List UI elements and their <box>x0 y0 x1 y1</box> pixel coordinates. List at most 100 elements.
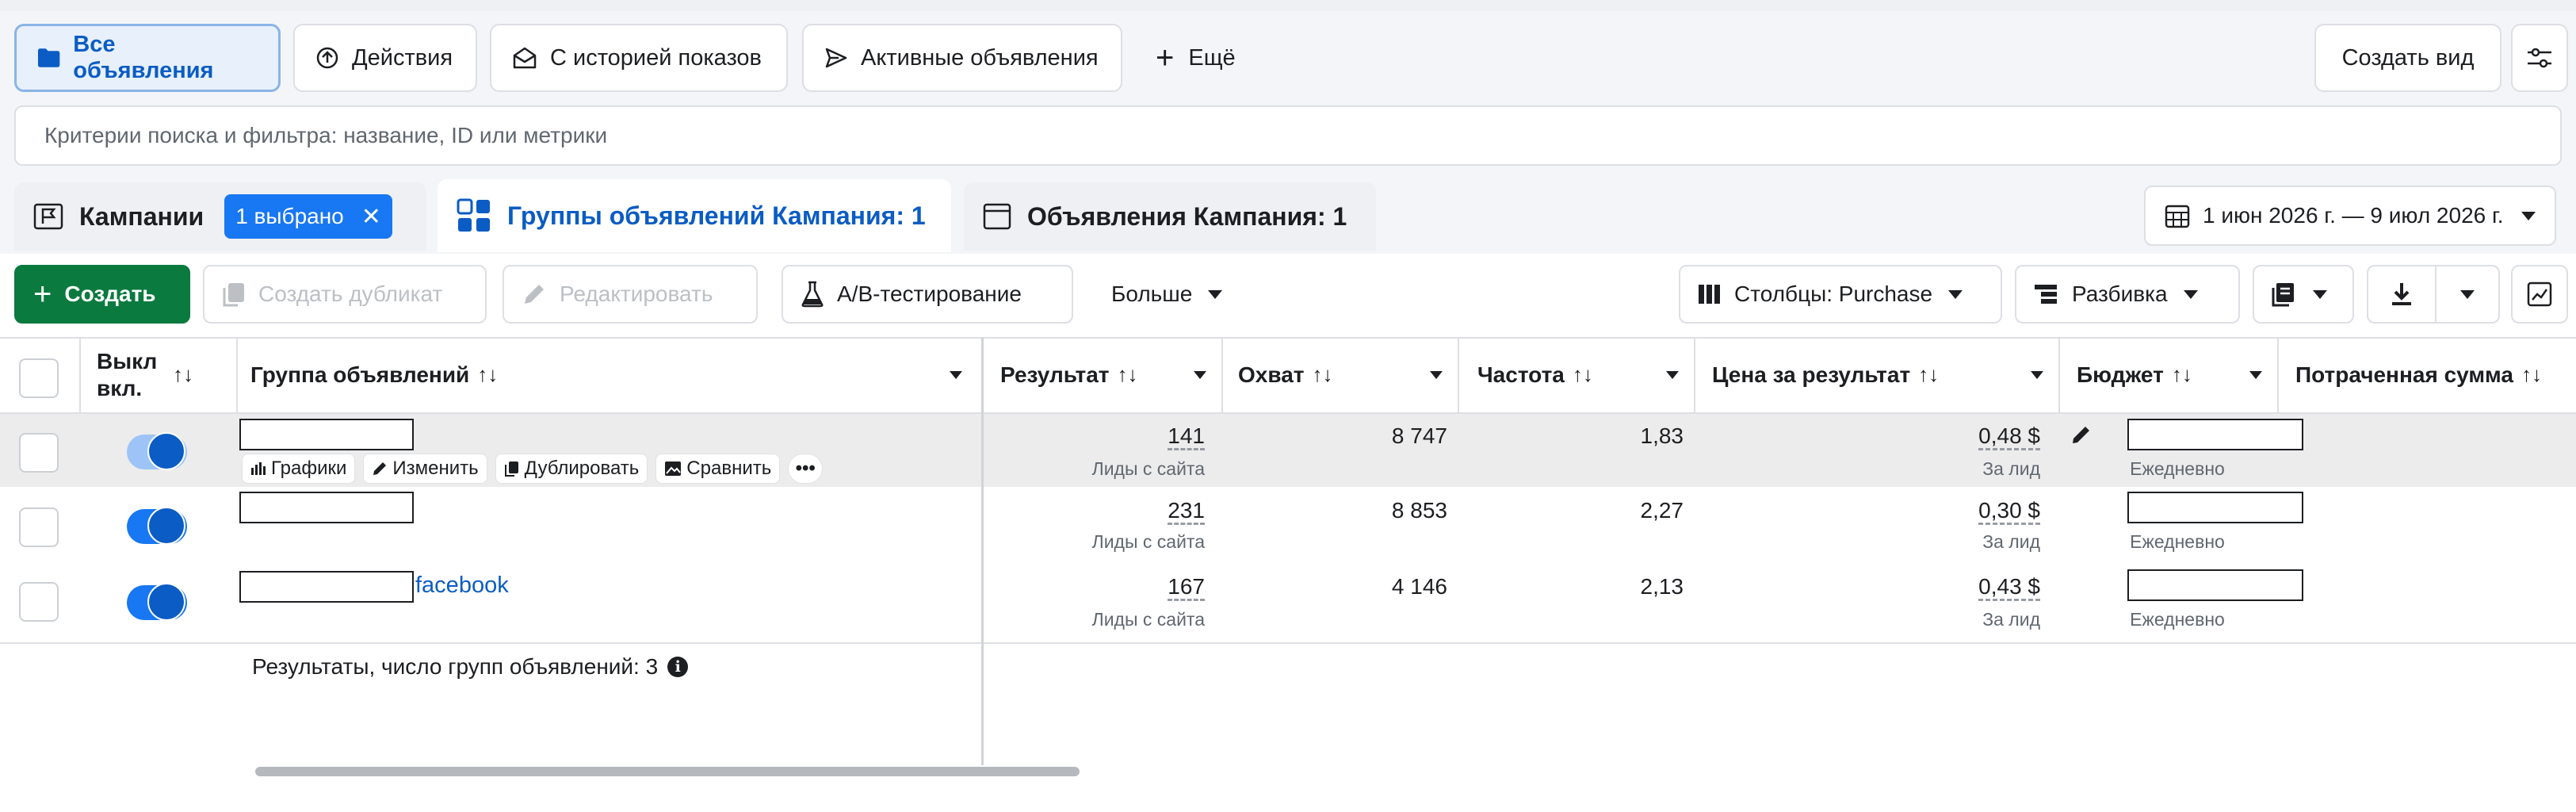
breakdown-button[interactable]: Разбивка <box>2015 265 2240 324</box>
chevron-down-icon <box>2460 289 2475 299</box>
view-all-ads-button[interactable]: Все объявления <box>14 24 281 92</box>
divider <box>236 337 238 412</box>
adset-name-link[interactable]: facebook <box>415 573 509 599</box>
calendar-icon <box>2165 205 2190 228</box>
select-all-checkbox[interactable] <box>19 358 59 398</box>
chevron-down-icon <box>2249 370 2262 379</box>
duplicate-button[interactable]: Создать дубликат <box>203 265 487 324</box>
export-button[interactable] <box>2368 266 2436 322</box>
row-status-toggle[interactable] <box>127 583 187 621</box>
header-amount-spent[interactable]: Потраченная сумма ↑↓ <box>2295 337 2576 412</box>
more-actions-button[interactable]: Больше <box>1094 265 1252 324</box>
edit-budget-icon[interactable] <box>2070 423 2093 446</box>
redacted-adset-name <box>239 492 414 523</box>
columns-label: Столбцы: Purchase <box>1734 282 1933 306</box>
sort-icon: ↑↓ <box>2171 362 2192 386</box>
charts-toggle-button[interactable] <box>2511 265 2568 324</box>
create-button[interactable]: + Создать <box>14 265 190 324</box>
horizontal-scrollbar[interactable] <box>255 767 1080 776</box>
frequency-value: 1,83 <box>1640 423 1684 448</box>
header-adset-name[interactable]: Группа объявлений ↑↓ <box>250 337 977 412</box>
export-options-button[interactable] <box>2436 266 2498 322</box>
cost-type: За лид <box>1982 531 2040 552</box>
cost-value[interactable]: 0,48 $ <box>1744 423 2040 449</box>
cost-type: За лид <box>1982 458 2040 479</box>
reach-value: 8 853 <box>1391 498 1447 523</box>
create-label: Создать <box>64 282 156 306</box>
cost-value[interactable]: 0,30 $ <box>1744 498 2040 523</box>
divider <box>981 414 984 487</box>
compare-action[interactable]: Сравнить <box>655 454 781 484</box>
tab-adsets[interactable]: Группы объявлений Кампания: 1 <box>438 179 951 252</box>
toggle-knob <box>147 583 185 621</box>
reports-button[interactable] <box>2253 265 2354 324</box>
header-budget[interactable]: Бюджет ↑↓ <box>2077 337 2276 412</box>
edit-action-label: Изменить <box>392 458 479 479</box>
view-actions-button[interactable]: Действия <box>293 24 477 92</box>
header-toggle-label: Выкл вкл. <box>97 348 158 400</box>
more-options-icon[interactable]: ••• <box>788 454 824 484</box>
envelope-open-icon <box>513 47 537 69</box>
search-filter-input[interactable]: Критерии поиска и фильтра: название, ID … <box>14 105 2562 166</box>
row-checkbox[interactable] <box>19 508 59 547</box>
header-cost-per-result[interactable]: Цена за результат ↑↓ <box>1712 337 2058 412</box>
header-toggle[interactable]: Выкл вкл. ↑↓ <box>97 337 231 412</box>
cost-value[interactable]: 0,43 $ <box>1744 574 2040 599</box>
header-reach-label: Охват <box>1238 362 1305 387</box>
header-reach[interactable]: Охват ↑↓ <box>1238 337 1457 412</box>
edit-action[interactable]: Изменить <box>363 454 487 484</box>
row-status-toggle[interactable] <box>127 432 187 470</box>
search-placeholder: Критерии поиска и фильтра: название, ID … <box>44 123 608 147</box>
date-range-picker[interactable]: 1 июн 2026 г. — 9 июл 2026 г. <box>2144 186 2556 246</box>
tab-ads[interactable]: Объявления Кампания: 1 <box>964 182 1376 251</box>
ad-window-icon <box>983 203 1011 230</box>
compare-action-label: Сравнить <box>686 458 772 479</box>
duplicate-action-label: Дублировать <box>524 458 640 479</box>
header-result[interactable]: Результат ↑↓ <box>1000 337 1221 412</box>
redacted-adset-name <box>239 419 414 450</box>
charts-action[interactable]: Графики <box>242 454 356 484</box>
columns-icon <box>1699 285 1720 304</box>
view-active-ads-button[interactable]: Активные объявления <box>802 24 1122 92</box>
tab-adsets-label: Группы объявлений Кампания: 1 <box>507 201 926 230</box>
redacted-adset-name <box>239 571 414 603</box>
reports-icon <box>2272 283 2294 307</box>
chevron-down-icon <box>2521 211 2536 220</box>
sort-icon: ↑↓ <box>173 362 193 386</box>
columns-button[interactable]: Столбцы: Purchase <box>1679 265 2002 324</box>
row-checkbox[interactable] <box>19 582 59 622</box>
result-value[interactable]: 167 <box>1030 574 1205 599</box>
view-actions-label: Действия <box>352 44 453 71</box>
result-value[interactable]: 231 <box>1030 498 1205 523</box>
tab-campaigns-label: Кампании <box>79 201 204 231</box>
header-frequency[interactable]: Частота ↑↓ <box>1477 337 1693 412</box>
download-icon <box>2392 283 2411 305</box>
plus-icon: + <box>1156 40 1175 75</box>
more-views-button[interactable]: + Ещё <box>1156 24 1236 92</box>
divider <box>1694 337 1695 412</box>
grid-icon <box>457 198 490 232</box>
create-view-button[interactable]: Создать вид <box>2314 24 2501 92</box>
pencil-icon <box>525 285 544 304</box>
divider <box>2058 337 2060 412</box>
ab-test-button[interactable]: A/B-тестирование <box>782 265 1073 324</box>
selected-badge[interactable]: 1 выбрано ✕ <box>224 194 392 239</box>
result-value[interactable]: 141 <box>1030 423 1205 449</box>
close-icon[interactable]: ✕ <box>361 203 381 231</box>
budget-type: Ежедневно <box>2130 458 2225 479</box>
row-checkbox[interactable] <box>19 433 59 473</box>
reach-value: 4 146 <box>1391 574 1447 599</box>
result-type: Лиды с сайта <box>1091 458 1205 479</box>
tab-campaigns[interactable]: Кампании 1 выбрано ✕ <box>14 182 426 251</box>
edit-label: Редактировать <box>560 282 713 306</box>
chevron-down-icon <box>2313 289 2327 299</box>
row-status-toggle[interactable] <box>127 507 187 545</box>
view-history-button[interactable]: С историей показов <box>490 24 788 92</box>
edit-button[interactable]: Редактировать <box>503 265 758 324</box>
duplicate-action[interactable]: Дублировать <box>495 454 648 484</box>
chevron-down-icon <box>1194 370 1206 379</box>
ab-test-label: A/B-тестирование <box>837 282 1022 306</box>
info-icon[interactable]: i <box>667 657 689 677</box>
chevron-down-icon <box>1666 370 1679 379</box>
view-settings-button[interactable] <box>2511 24 2568 92</box>
